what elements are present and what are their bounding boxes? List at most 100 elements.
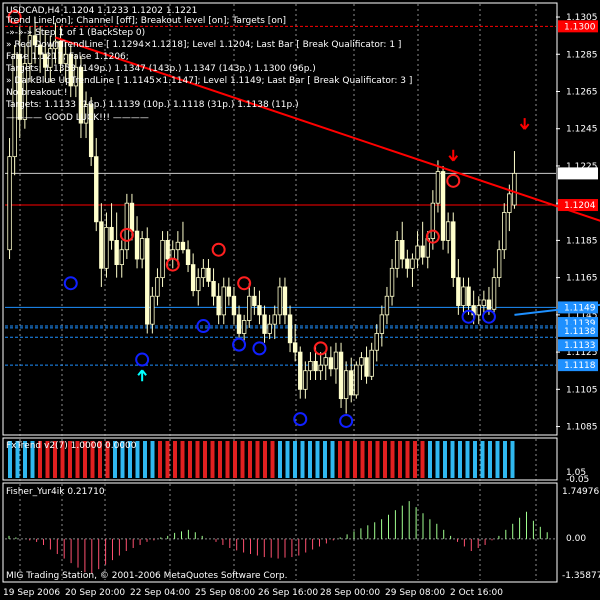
candle-body (262, 314, 267, 334)
info-line: False 1.1217; False 1.1206; (6, 52, 129, 62)
time-axis: 19 Sep 2006 20 Sep 20:00 22 Sep 04:00 25 Se… (3, 588, 503, 598)
candle-body (354, 364, 359, 396)
fxtrend-bar (150, 441, 155, 478)
candle-body (129, 202, 135, 232)
candle-body (420, 245, 425, 258)
candle-body (303, 370, 308, 390)
fxtrend-bar (218, 441, 222, 478)
fxtrend-bar (428, 441, 432, 478)
x-tick-label: 20 Sep 20:00 (65, 588, 125, 598)
candle-body (196, 277, 201, 292)
fxtrend-bar (353, 441, 357, 478)
candle-body (282, 286, 288, 316)
price-tag-label: 1.1133 (564, 341, 596, 351)
candle-body (206, 267, 211, 282)
candle-body (430, 202, 436, 239)
candle-body (221, 286, 226, 316)
candle-body (252, 295, 257, 306)
x-tick-label: 29 Sep 08:00 (385, 588, 445, 598)
candle-body (119, 249, 124, 266)
candle-body (445, 221, 451, 241)
y-tick-label: 1.1185 (566, 236, 598, 246)
fxtrend-bar (255, 441, 260, 478)
candle-body (216, 295, 221, 316)
chart-canvas[interactable]: 1.13051.12851.12651.12451.12251.12051.11… (0, 0, 600, 600)
x-tick-label: 26 Sep 16:00 (258, 588, 318, 598)
red-arrow-icon (519, 118, 530, 130)
candle-body (155, 277, 160, 297)
blue-circle-marker (135, 352, 150, 367)
fxtrend-bar (435, 441, 440, 478)
blue-circle-marker (252, 341, 267, 356)
candle-body (323, 357, 328, 366)
candle-body (313, 361, 318, 372)
fxtrend-bar (158, 441, 162, 478)
candle-body (124, 202, 130, 251)
candle-body (451, 221, 456, 279)
fxtrend-bar (510, 441, 515, 478)
candle-body (328, 357, 334, 370)
candle-body (241, 320, 247, 334)
fxtrend-bar (210, 441, 215, 478)
candle-body (435, 171, 441, 204)
fxtrend-bar (405, 441, 410, 478)
info-line: No breakout ! (6, 88, 67, 98)
cyan-arrow-icon (137, 369, 147, 382)
candle-body (114, 240, 119, 266)
y-tick-label: -0.05 (566, 475, 589, 485)
candle-body (502, 212, 507, 251)
fxtrend-bar (195, 441, 200, 478)
fxtrend-bar (495, 441, 500, 478)
candle-body (343, 370, 349, 400)
price-tag-label: 1.1204 (564, 201, 596, 211)
candle-body (145, 238, 150, 325)
candle-body (308, 361, 313, 372)
candle-body (109, 226, 114, 241)
y-tick-label: -1.35877 (562, 571, 600, 581)
fxtrend-bar (180, 441, 185, 478)
symbol-line: USDCAD,H4 1.1204 1.1233 1.1202 1.1221 (6, 6, 197, 16)
fxtrend-bar (285, 441, 290, 478)
y-tick-label: 0.00 (566, 534, 586, 544)
candle-body (150, 295, 155, 325)
info-line: » Red DownTrendLine [ 1.1294×1.1218]; Le… (6, 40, 401, 50)
price-tag-label: 1.1118 (564, 361, 596, 371)
blue-circle-marker (232, 337, 247, 352)
candle-body (267, 323, 272, 334)
candle-body (466, 286, 471, 306)
fxtrend-bar (233, 441, 237, 478)
y-tick-label: 1.1245 (566, 125, 598, 135)
x-tick-label: 28 Sep 00:00 (320, 588, 380, 598)
fxtrend-bar (225, 441, 230, 478)
x-tick-label: 2 Oct 16:00 (450, 588, 503, 598)
red-arrow-icon (448, 149, 459, 162)
info-line: » DarkBlue UpTrendLine [ 1.1145×1.1147];… (6, 76, 412, 86)
candle-body (292, 342, 298, 353)
candle-body (318, 364, 323, 372)
info-line: Trend Line[on]; Channel [off]; Breakout … (5, 16, 286, 26)
fxtrend-bar (330, 441, 335, 478)
price-tag-label: 1.1221 (564, 169, 596, 179)
candle-body (333, 351, 339, 370)
info-line: Targets: 1.1133 (16p.) 1.1139 (10p.) 1.1… (5, 100, 299, 110)
fxtrend-bar (308, 441, 312, 478)
fxtrend-bar (360, 441, 365, 478)
y-tick-label: 1.1285 (566, 50, 598, 60)
candle-body (400, 240, 405, 260)
info-line: ———— GOOD LUCK!!! ———— (6, 113, 149, 123)
fxtrend-bar (165, 441, 170, 478)
fxtrend-bar (383, 441, 387, 478)
y-tick-label: 1.1085 (566, 423, 598, 433)
candle-body (456, 277, 461, 306)
fisher-title: Fisher_Yur4ik 0.21710 (6, 487, 105, 497)
fxtrend-bar (240, 441, 245, 478)
candle-body (481, 299, 487, 306)
fxtrend-bar (203, 441, 207, 478)
fxtrend-bar (323, 441, 327, 478)
candle-body (379, 314, 385, 334)
candle-body (405, 258, 410, 269)
candle-body (512, 172, 517, 206)
fxtrend-bar (398, 441, 402, 478)
fxtrend-bar (465, 441, 470, 478)
red-circle-marker (211, 242, 226, 257)
